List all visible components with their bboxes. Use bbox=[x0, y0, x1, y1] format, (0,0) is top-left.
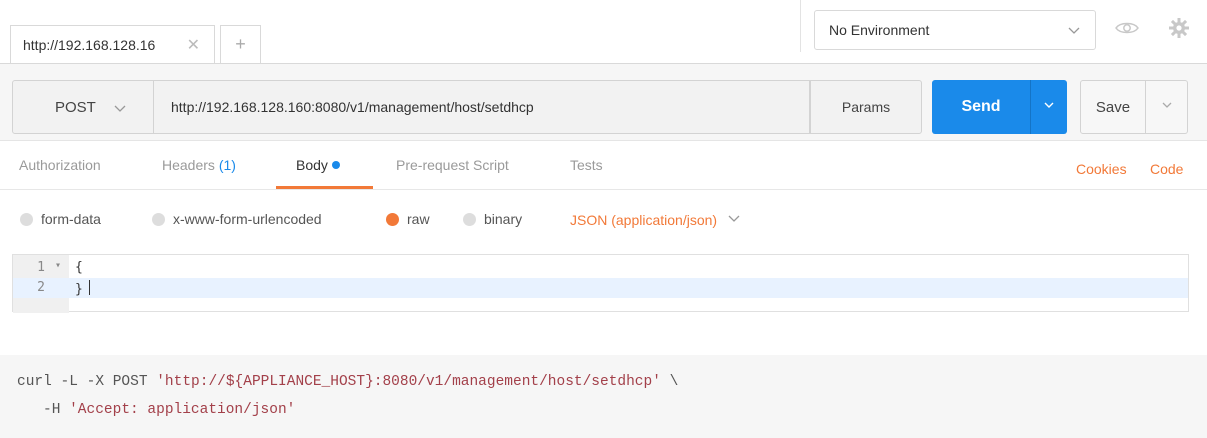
plus-icon: + bbox=[235, 34, 246, 54]
chevron-down-icon bbox=[113, 101, 127, 119]
modified-dot-icon bbox=[331, 161, 340, 169]
manage-environments-button[interactable] bbox=[1159, 10, 1199, 50]
radio-raw-label: raw bbox=[407, 211, 430, 227]
line-code: { bbox=[75, 260, 83, 275]
chevron-down-icon bbox=[1043, 98, 1055, 116]
tab-bar: http://192.168.128.16 ✕ + No Environment bbox=[0, 0, 1207, 63]
save-options-button[interactable] bbox=[1146, 80, 1188, 134]
eye-icon bbox=[1115, 20, 1139, 41]
editor-line: 2 } bbox=[13, 278, 1188, 298]
save-button-label: Save bbox=[1095, 98, 1131, 116]
url-input-value: http://192.168.128.160:8080/v1/managemen… bbox=[171, 99, 534, 115]
chevron-down-icon bbox=[1067, 23, 1081, 40]
divider bbox=[0, 189, 1207, 190]
headers-count-badge: (1) bbox=[218, 157, 236, 173]
send-options-button[interactable] bbox=[1030, 80, 1067, 134]
new-tab-button[interactable]: + bbox=[220, 25, 261, 63]
radio-urlencoded-label: x-www-form-urlencoded bbox=[173, 211, 322, 227]
curl-header-string: 'Accept: application/json' bbox=[69, 402, 296, 418]
environment-select-value: No Environment bbox=[829, 22, 930, 38]
radio-selected-icon bbox=[386, 212, 399, 226]
curl-continuation: \ bbox=[660, 374, 679, 390]
editor-line: 1 ▾ { bbox=[13, 258, 1188, 278]
radio-x-www-form-urlencoded[interactable]: x-www-form-urlencoded bbox=[152, 211, 322, 227]
radio-form-data[interactable]: form-data bbox=[20, 211, 101, 227]
method-select[interactable]: POST bbox=[12, 80, 154, 134]
request-subtabs: Authorization Headers (1) Body Pre-reque… bbox=[0, 142, 1207, 190]
divider bbox=[800, 0, 801, 52]
url-input[interactable]: http://192.168.128.160:8080/v1/managemen… bbox=[154, 80, 810, 134]
radio-circle-icon bbox=[463, 212, 476, 226]
raw-format-select-value: JSON (application/json) bbox=[570, 211, 718, 228]
params-button[interactable]: Params bbox=[810, 80, 922, 134]
radio-raw[interactable]: raw bbox=[386, 211, 430, 227]
curl-command: curl -L -X POST bbox=[17, 374, 157, 390]
body-editor[interactable]: 1 ▾ { 2 } bbox=[12, 254, 1189, 313]
tab-body[interactable]: Body bbox=[296, 157, 340, 173]
request-tab-title: http://192.168.128.16 bbox=[23, 36, 156, 53]
chevron-down-icon bbox=[1161, 98, 1173, 116]
code-link[interactable]: Code bbox=[1150, 161, 1183, 177]
chevron-down-icon bbox=[727, 211, 741, 228]
request-bar: POST http://192.168.128.160:8080/v1/mana… bbox=[0, 63, 1207, 141]
line-number: 2 bbox=[37, 280, 45, 295]
cookies-link[interactable]: Cookies bbox=[1076, 161, 1127, 177]
line-code: } bbox=[75, 280, 90, 297]
tab-headers-label: Headers bbox=[162, 157, 215, 173]
tab-prerequest-script[interactable]: Pre-request Script bbox=[396, 157, 509, 173]
request-tab[interactable]: http://192.168.128.16 ✕ bbox=[10, 25, 215, 63]
tab-authorization[interactable]: Authorization bbox=[19, 157, 101, 173]
fold-arrow-icon[interactable]: ▾ bbox=[55, 260, 61, 271]
radio-circle-icon bbox=[20, 212, 33, 226]
curl-code: curl -L -X POST 'http://${APPLIANCE_HOST… bbox=[17, 368, 678, 424]
environment-quick-look-button[interactable] bbox=[1107, 10, 1147, 50]
gear-icon bbox=[1168, 17, 1190, 44]
curl-header-flag: -H bbox=[43, 402, 70, 418]
radio-binary-label: binary bbox=[484, 211, 523, 227]
environment-select[interactable]: No Environment bbox=[814, 10, 1096, 50]
tab-headers[interactable]: Headers (1) bbox=[162, 157, 236, 173]
radio-circle-icon bbox=[152, 212, 165, 226]
params-button-label: Params bbox=[841, 99, 891, 115]
curl-line-2: -H 'Accept: application/json' bbox=[17, 396, 678, 424]
send-button[interactable]: Send bbox=[932, 80, 1030, 134]
radio-binary[interactable]: binary bbox=[463, 211, 522, 227]
close-icon[interactable]: ✕ bbox=[187, 35, 200, 55]
curl-code-block: curl -L -X POST 'http://${APPLIANCE_HOST… bbox=[0, 355, 1207, 438]
method-select-value: POST bbox=[55, 98, 96, 116]
save-button[interactable]: Save bbox=[1080, 80, 1146, 134]
raw-format-select[interactable]: JSON (application/json) bbox=[570, 211, 741, 228]
radio-form-data-label: form-data bbox=[41, 211, 101, 227]
tab-body-label: Body bbox=[296, 157, 328, 173]
tab-tests[interactable]: Tests bbox=[570, 157, 603, 173]
send-button-label: Send bbox=[961, 98, 1001, 115]
curl-url-string: 'http://${APPLIANCE_HOST}:8080/v1/manage… bbox=[156, 374, 661, 390]
